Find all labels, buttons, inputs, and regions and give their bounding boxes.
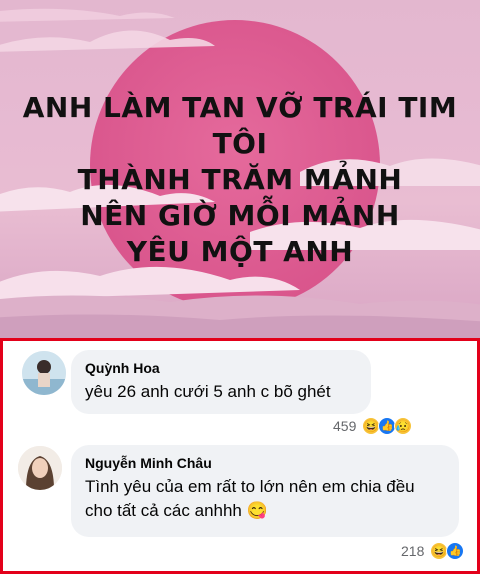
comment-text-line-1: Tình yêu của em rất to lớn nên em chia đ… — [85, 477, 415, 496]
meme-caption: ANH LÀM TAN VỠ TRÁI TIM TÔI THÀNH TRĂM M… — [0, 90, 480, 270]
commenter-name[interactable]: Quỳnh Hoa — [85, 360, 357, 376]
comment-text-line-2: cho tất cả các anhhh 😋 — [85, 499, 445, 523]
reaction-count: 459 — [333, 418, 357, 434]
user-photo-icon — [18, 446, 62, 490]
comment-text: yêu 26 anh cưới 5 anh c bõ ghét — [85, 382, 331, 401]
commenter-name[interactable]: Nguyễn Minh Châu — [85, 455, 445, 471]
avatar[interactable] — [18, 446, 62, 490]
yum-emoji-icon: 😋 — [246, 501, 268, 520]
screenshot-frame: ANH LÀM TAN VỠ TRÁI TIM TÔI THÀNH TRĂM M… — [0, 0, 480, 574]
comments-section: Quỳnh Hoa yêu 26 anh cưới 5 anh c bõ ghé… — [0, 338, 480, 574]
sad-icon: 😥 — [394, 417, 413, 435]
meme-image: ANH LÀM TAN VỠ TRÁI TIM TÔI THÀNH TRĂM M… — [0, 0, 480, 338]
like-icon: 👍 — [446, 542, 465, 560]
avatar[interactable] — [22, 351, 66, 395]
reaction-summary[interactable]: 459 😆 👍 😥 — [333, 417, 413, 435]
comment-text-line-2-content: cho tất cả các anhhh — [85, 501, 242, 520]
reaction-summary[interactable]: 218 😆 👍 — [401, 542, 465, 560]
user-photo-icon — [22, 351, 66, 395]
reaction-count: 218 — [401, 543, 425, 559]
meme-caption-line-1: ANH LÀM TAN VỠ TRÁI TIM TÔI — [22, 91, 458, 160]
meme-caption-line-2: THÀNH TRĂM MẢNH — [77, 163, 403, 196]
meme-caption-line-3: NÊN GIỜ MỖI MẢNH — [80, 199, 400, 232]
meme-caption-line-4: YÊU MỘT ANH — [126, 235, 354, 268]
comment-bubble: Nguyễn Minh Châu Tình yêu của em rất to … — [71, 445, 459, 537]
comment-bubble: Quỳnh Hoa yêu 26 anh cưới 5 anh c bõ ghé… — [71, 350, 371, 414]
